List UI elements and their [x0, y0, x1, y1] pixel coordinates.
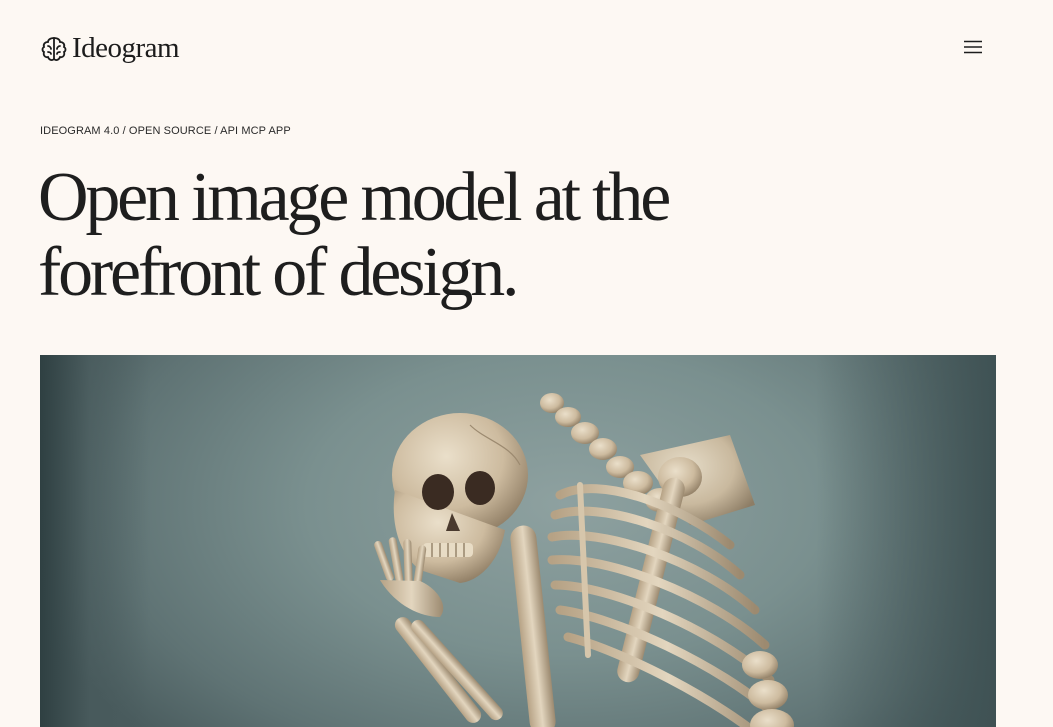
hero-headline: Open image model at the forefront of des… [38, 160, 798, 310]
menu-button[interactable] [960, 37, 986, 57]
logo-link[interactable]: Ideogram [40, 32, 180, 64]
hamburger-menu-icon [964, 40, 982, 54]
page: Ideogram IDEOGRAM 4.0 / OPEN SOURCE / AP… [0, 0, 1053, 727]
hero-eyebrow: IDEOGRAM 4.0 / OPEN SOURCE / API MCP APP [40, 125, 291, 137]
skeleton-illustration [374, 393, 794, 727]
headline-line-2: forefront of design. [38, 234, 520, 311]
hero-image [40, 355, 996, 727]
brain-icon [41, 36, 67, 61]
brand-name: Ideogram [72, 32, 180, 64]
scrollbar[interactable] [1036, 0, 1053, 727]
headline-line-1: Open image model at the [38, 159, 671, 236]
